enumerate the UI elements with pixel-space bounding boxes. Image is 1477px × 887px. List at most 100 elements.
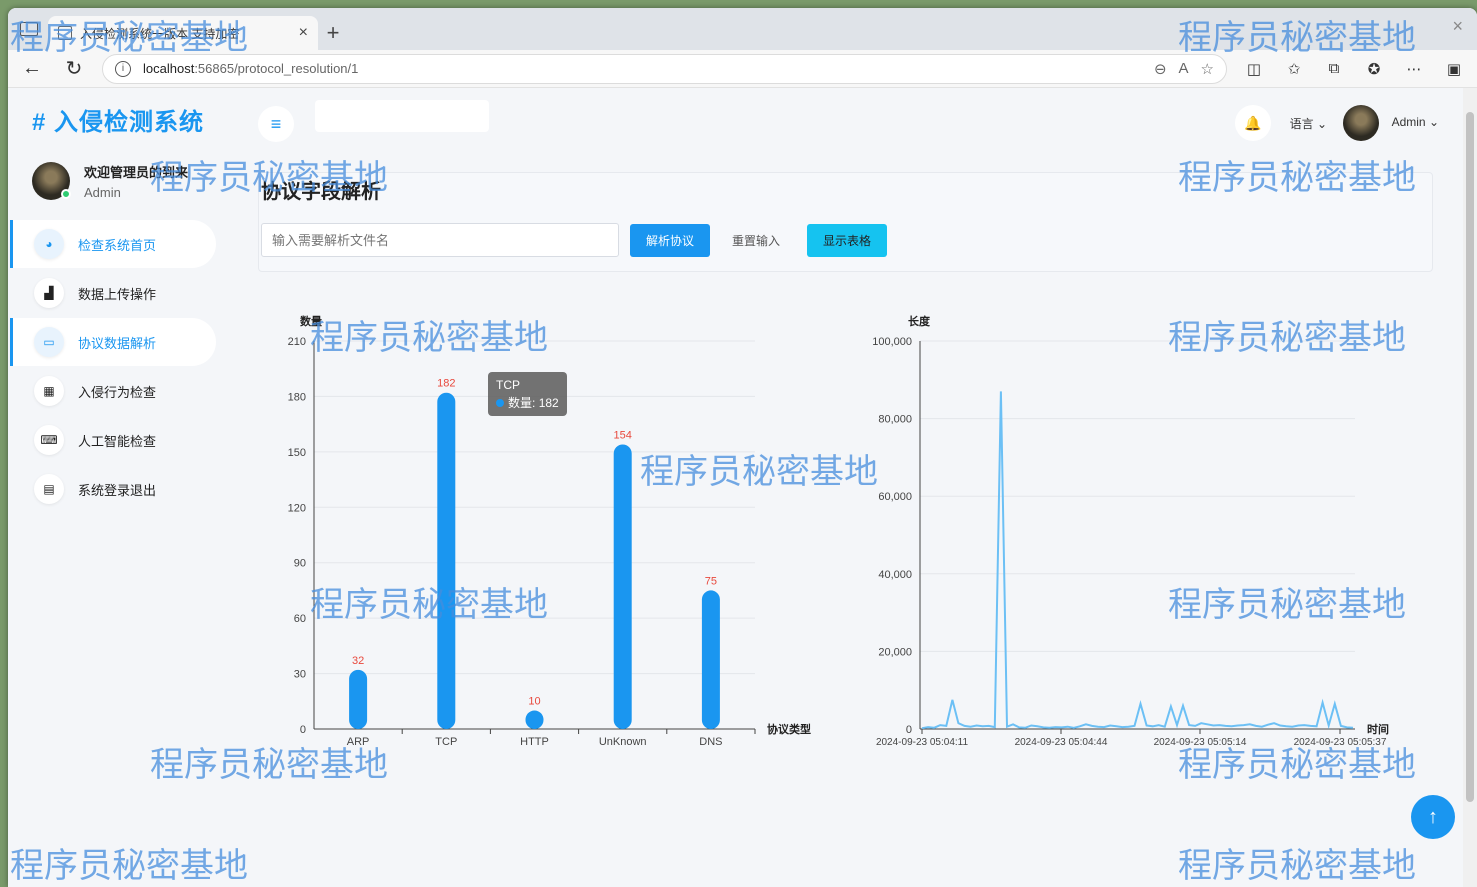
length-line-chart: 0 20,000 40,000 60,000 80,000 100,000 长度 时间 2024… bbox=[850, 308, 1420, 748]
x-tick-label: 2024-09-23 05:04:44 bbox=[1015, 737, 1108, 748]
sidebar-item-label: 数据上传操作 bbox=[78, 286, 157, 302]
x-tick-label: HTTP bbox=[520, 736, 549, 748]
menu-toggle-icon[interactable]: ≡ bbox=[258, 106, 294, 142]
y-tick-label: 120 bbox=[288, 502, 306, 514]
x-tick-label: 2024-09-23 05:05:37 bbox=[1294, 737, 1387, 748]
tooltip-value: 数量: 182 bbox=[496, 394, 559, 412]
browser-window: 入侵检测系统一版本 支持加密 × + × ← ↻ i localhost:568… bbox=[8, 8, 1477, 887]
tab-strip: 入侵检测系统一版本 支持加密 × + × bbox=[8, 8, 1477, 50]
y-axis-label: 数量 bbox=[300, 314, 322, 328]
tab-actions-icon[interactable] bbox=[20, 22, 38, 36]
favorites-icon[interactable]: ✩ bbox=[1281, 60, 1307, 78]
bar-chart-icon: ▟ bbox=[34, 278, 64, 308]
main-content: ≡ 🔔 语言 ⌄ Admin ⌄ 协议字段解析 解析协议 重置输入 显示表格 0… bbox=[240, 88, 1477, 887]
user-role: Admin bbox=[84, 185, 121, 200]
app-root: # 入侵检测系统 欢迎管理员的到来 Admin ◕ 检查系统首页 ▟ 数据上传操作 ▭ 协… bbox=[8, 88, 1477, 887]
protocol-bar-chart: 0 30 60 90 120 150 180 210 数量 协议类型 32 ARP 182 TCP 10 HT… bbox=[280, 308, 820, 748]
x-tick-label: ARP bbox=[347, 736, 370, 748]
bar bbox=[525, 710, 544, 729]
split-screen-icon[interactable]: ◫ bbox=[1241, 60, 1267, 78]
sidebar-item-label: 检查系统首页 bbox=[78, 237, 157, 253]
bar-value-label: 182 bbox=[437, 378, 455, 390]
extensions-icon[interactable]: ✪ bbox=[1361, 60, 1387, 78]
collections-icon[interactable]: ⧉ bbox=[1321, 60, 1347, 77]
sidebar-item-0[interactable]: ◕ 检查系统首页 bbox=[10, 220, 216, 268]
language-dropdown[interactable]: 语言 ⌄ bbox=[1290, 115, 1327, 132]
url-text: localhost:56865/protocol_resolution/1 bbox=[143, 61, 359, 76]
sidebar-item-label: 人工智能检查 bbox=[78, 433, 157, 449]
laptop-icon: ▭ bbox=[34, 327, 64, 357]
sidebar-item-4[interactable]: ⌨ 人工智能检查 bbox=[10, 416, 216, 464]
welcome-text: 欢迎管理员的到来 bbox=[84, 165, 189, 180]
sidebar-item-label: 入侵行为检查 bbox=[78, 384, 157, 400]
new-tab-button[interactable]: + bbox=[318, 16, 348, 50]
tooltip-title: TCP bbox=[496, 378, 520, 392]
sidebar: # 入侵检测系统 欢迎管理员的到来 Admin ◕ 检查系统首页 ▟ 数据上传操作 ▭ 协… bbox=[8, 88, 240, 887]
parse-protocol-button[interactable]: 解析协议 bbox=[630, 224, 710, 257]
more-menu-icon[interactable]: ⋯ bbox=[1401, 60, 1427, 78]
address-bar[interactable]: i localhost:56865/protocol_resolution/1 … bbox=[102, 53, 1227, 84]
x-tick-label: 2024-09-23 05:05:14 bbox=[1154, 737, 1247, 748]
refresh-icon[interactable]: ↻ bbox=[60, 56, 88, 81]
reset-input-button[interactable]: 重置输入 bbox=[721, 224, 791, 257]
y-tick-label: 180 bbox=[288, 391, 306, 403]
favorite-star-icon[interactable]: ☆ bbox=[1201, 60, 1214, 78]
sidebar-item-label: 协议数据解析 bbox=[78, 335, 157, 351]
top-search-box[interactable] bbox=[315, 100, 489, 132]
y-tick-label: 40,000 bbox=[878, 569, 912, 581]
window-close-icon[interactable]: × bbox=[1452, 16, 1463, 37]
bar-value-label: 10 bbox=[528, 696, 540, 708]
chart-tooltip: TCP 数量: 182 bbox=[488, 372, 567, 416]
info-icon[interactable]: i bbox=[115, 60, 131, 77]
series-line bbox=[921, 391, 1354, 730]
y-tick-label: 0 bbox=[300, 724, 306, 736]
x-tick-label: UnKnown bbox=[599, 736, 647, 748]
online-status-dot bbox=[61, 189, 71, 199]
keyboard-icon: ⌨ bbox=[34, 425, 64, 455]
grid-icon: ▦ bbox=[34, 376, 64, 406]
y-tick-label: 210 bbox=[288, 336, 306, 348]
read-aloud-icon[interactable]: A bbox=[1179, 60, 1189, 77]
sidebar-toggle-icon[interactable]: ▣ bbox=[1441, 60, 1467, 78]
admin-avatar[interactable] bbox=[1343, 105, 1379, 141]
parse-card: 协议字段解析 解析协议 重置输入 显示表格 bbox=[258, 172, 1433, 272]
x-tick-label: TCP bbox=[435, 736, 457, 748]
back-arrow-icon[interactable]: ← bbox=[18, 57, 46, 80]
document-icon: ▤ bbox=[34, 474, 64, 504]
x-axis-label: 协议类型 bbox=[767, 722, 811, 736]
y-tick-label: 80,000 bbox=[878, 414, 912, 426]
scrollbar-thumb[interactable] bbox=[1466, 112, 1474, 802]
sidebar-item-5[interactable]: ▤ 系统登录退出 bbox=[10, 465, 216, 513]
bell-icon[interactable]: 🔔 bbox=[1235, 105, 1271, 141]
address-toolbar: ← ↻ i localhost:56865/protocol_resolutio… bbox=[8, 50, 1477, 88]
y-tick-label: 150 bbox=[288, 447, 306, 459]
bar-value-label: 154 bbox=[614, 429, 632, 441]
browser-tab[interactable]: 入侵检测系统一版本 支持加密 × bbox=[48, 16, 318, 50]
y-tick-label: 20,000 bbox=[878, 646, 912, 658]
show-table-button[interactable]: 显示表格 bbox=[807, 224, 887, 257]
line-chart-svg: 020,00040,00060,00080,000100,000长度时间2024… bbox=[872, 314, 1389, 748]
y-tick-label: 30 bbox=[294, 669, 306, 681]
file-name-input[interactable] bbox=[261, 223, 619, 257]
bar-value-label: 75 bbox=[705, 575, 717, 587]
x-tick-label: 2024-09-23 05:04:11 bbox=[876, 737, 969, 748]
tab-title: 入侵检测系统一版本 支持加密 bbox=[80, 26, 240, 41]
bar bbox=[437, 392, 456, 729]
app-brand[interactable]: # 入侵检测系统 bbox=[32, 102, 204, 137]
sidebar-item-2[interactable]: ▭ 协议数据解析 bbox=[10, 318, 216, 366]
avatar bbox=[32, 162, 71, 200]
y-tick-label: 0 bbox=[906, 724, 912, 736]
bar bbox=[613, 444, 632, 729]
x-tick-label: DNS bbox=[699, 736, 722, 748]
close-tab-icon[interactable]: × bbox=[299, 24, 308, 42]
bar-value-label: 32 bbox=[352, 655, 364, 667]
sidebar-item-3[interactable]: ▦ 入侵行为检查 bbox=[10, 367, 216, 415]
page-scrollbar[interactable] bbox=[1463, 88, 1477, 887]
user-panel: 欢迎管理员的到来 Admin bbox=[32, 162, 188, 200]
admin-dropdown[interactable]: Admin ⌄ bbox=[1392, 115, 1439, 129]
zoom-icon[interactable]: ⊖ bbox=[1154, 60, 1167, 78]
sidebar-menu: ◕ 检查系统首页 ▟ 数据上传操作 ▭ 协议数据解析 ▦ 入侵行为检查 ⌨ 人工智能检查 ▤ 系统登录… bbox=[8, 220, 240, 514]
back-to-top-button[interactable]: ↑ bbox=[1411, 795, 1455, 839]
sidebar-item-1[interactable]: ▟ 数据上传操作 bbox=[10, 269, 216, 317]
bar bbox=[701, 590, 720, 729]
